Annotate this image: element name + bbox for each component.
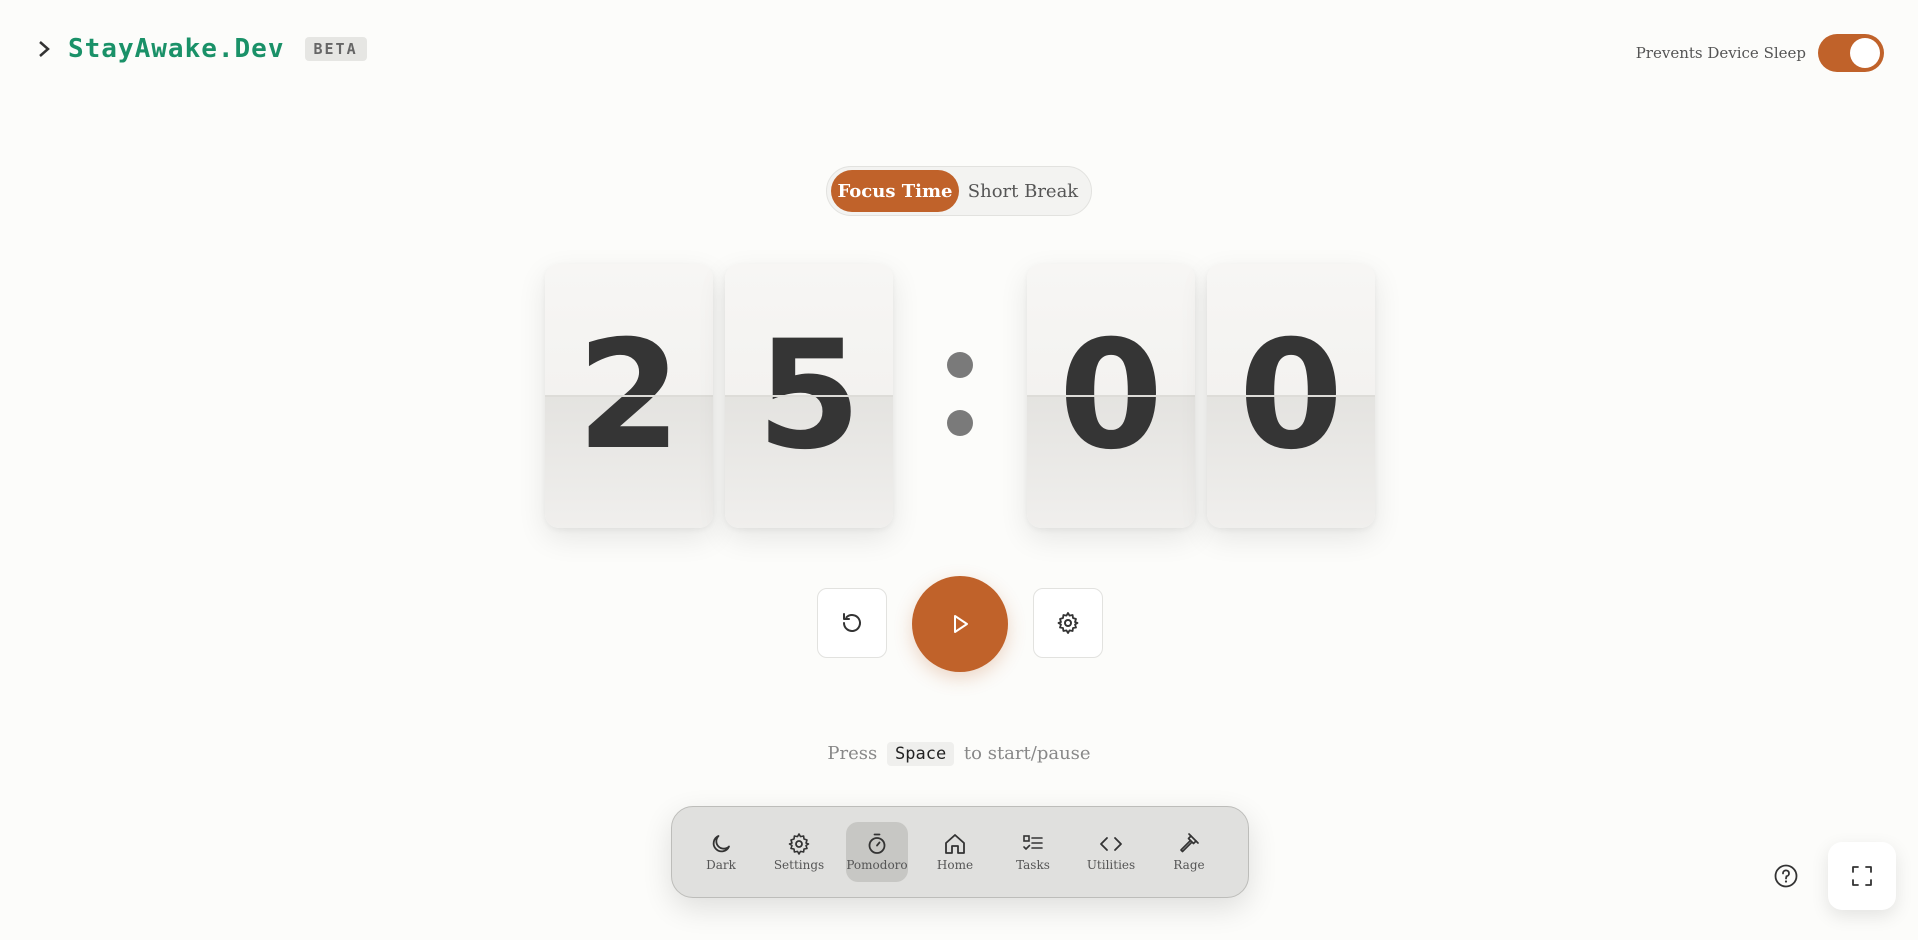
- dock-label: Rage: [1173, 858, 1205, 872]
- sleep-control: Prevents Device Sleep: [1636, 34, 1884, 72]
- dock-item-tasks[interactable]: Tasks: [1002, 822, 1064, 882]
- fullscreen-button[interactable]: [1828, 842, 1896, 910]
- gear-icon: [788, 833, 810, 855]
- code-icon: [1100, 837, 1122, 851]
- dock-label: Home: [936, 858, 974, 872]
- hammer-icon: [1180, 833, 1199, 853]
- stopwatch-icon: [868, 833, 886, 854]
- bottom-dock: Dark Settings Pomodoro Home Tasks Utilit…: [671, 806, 1249, 898]
- hint-prefix: Press: [827, 743, 878, 764]
- space-key: Space: [887, 742, 955, 766]
- app-logo[interactable]: StayAwake.Dev: [68, 34, 285, 64]
- dock-label: Settings: [773, 858, 825, 872]
- flip-line: [1027, 395, 1195, 397]
- play-button[interactable]: [912, 576, 1008, 672]
- seconds-ones-card: 0: [1207, 264, 1375, 528]
- minutes-tens-card: 2: [545, 264, 713, 528]
- dock-item-home[interactable]: Home: [924, 822, 986, 882]
- hint-suffix: to start/pause: [963, 743, 1091, 764]
- separator-dot: [947, 410, 973, 436]
- dock-item-pomodoro[interactable]: Pomodoro: [846, 822, 908, 882]
- flip-line: [545, 395, 713, 397]
- gear-icon: [1057, 612, 1079, 634]
- moon-icon: [712, 835, 730, 853]
- dock-item-rage[interactable]: Rage: [1158, 822, 1220, 882]
- dock-label: Dark: [706, 858, 736, 872]
- dock-item-dark[interactable]: Dark: [690, 822, 752, 882]
- separator-dot: [947, 352, 973, 378]
- toggle-knob: [1850, 38, 1880, 68]
- keyboard-hint: Press Space to start/pause: [0, 742, 1918, 766]
- home-icon: [945, 834, 965, 854]
- sleep-toggle[interactable]: [1818, 34, 1884, 72]
- tab-short-break[interactable]: Short Break: [959, 170, 1087, 212]
- reset-button[interactable]: [817, 588, 887, 658]
- brand[interactable]: StayAwake.Dev BETA: [34, 34, 367, 64]
- flip-line: [725, 395, 893, 397]
- chevron-right-icon[interactable]: [34, 34, 54, 64]
- help-icon: [1774, 864, 1798, 888]
- help-button[interactable]: [1773, 863, 1799, 889]
- time-separator: [944, 350, 976, 440]
- checklist-icon: [1023, 835, 1043, 850]
- minutes-ones-card: 5: [725, 264, 893, 528]
- beta-badge: BETA: [304, 37, 367, 61]
- fullscreen-icon: [1852, 866, 1872, 886]
- dock-label: Utilities: [1086, 858, 1136, 872]
- dock-item-settings[interactable]: Settings: [768, 822, 830, 882]
- dock-label: Pomodoro: [846, 858, 908, 872]
- flip-line: [1207, 395, 1375, 397]
- reset-icon: [843, 613, 861, 632]
- timer-settings-button[interactable]: [1033, 588, 1103, 658]
- mode-switcher: Focus Time Short Break: [826, 166, 1092, 216]
- seconds-tens-card: 0: [1027, 264, 1195, 528]
- dock-label: Tasks: [1016, 858, 1050, 872]
- tab-focus-time[interactable]: Focus Time: [831, 170, 959, 212]
- sleep-label: Prevents Device Sleep: [1635, 44, 1806, 62]
- dock-item-utilities[interactable]: Utilities: [1080, 822, 1142, 882]
- play-icon: [954, 615, 968, 633]
